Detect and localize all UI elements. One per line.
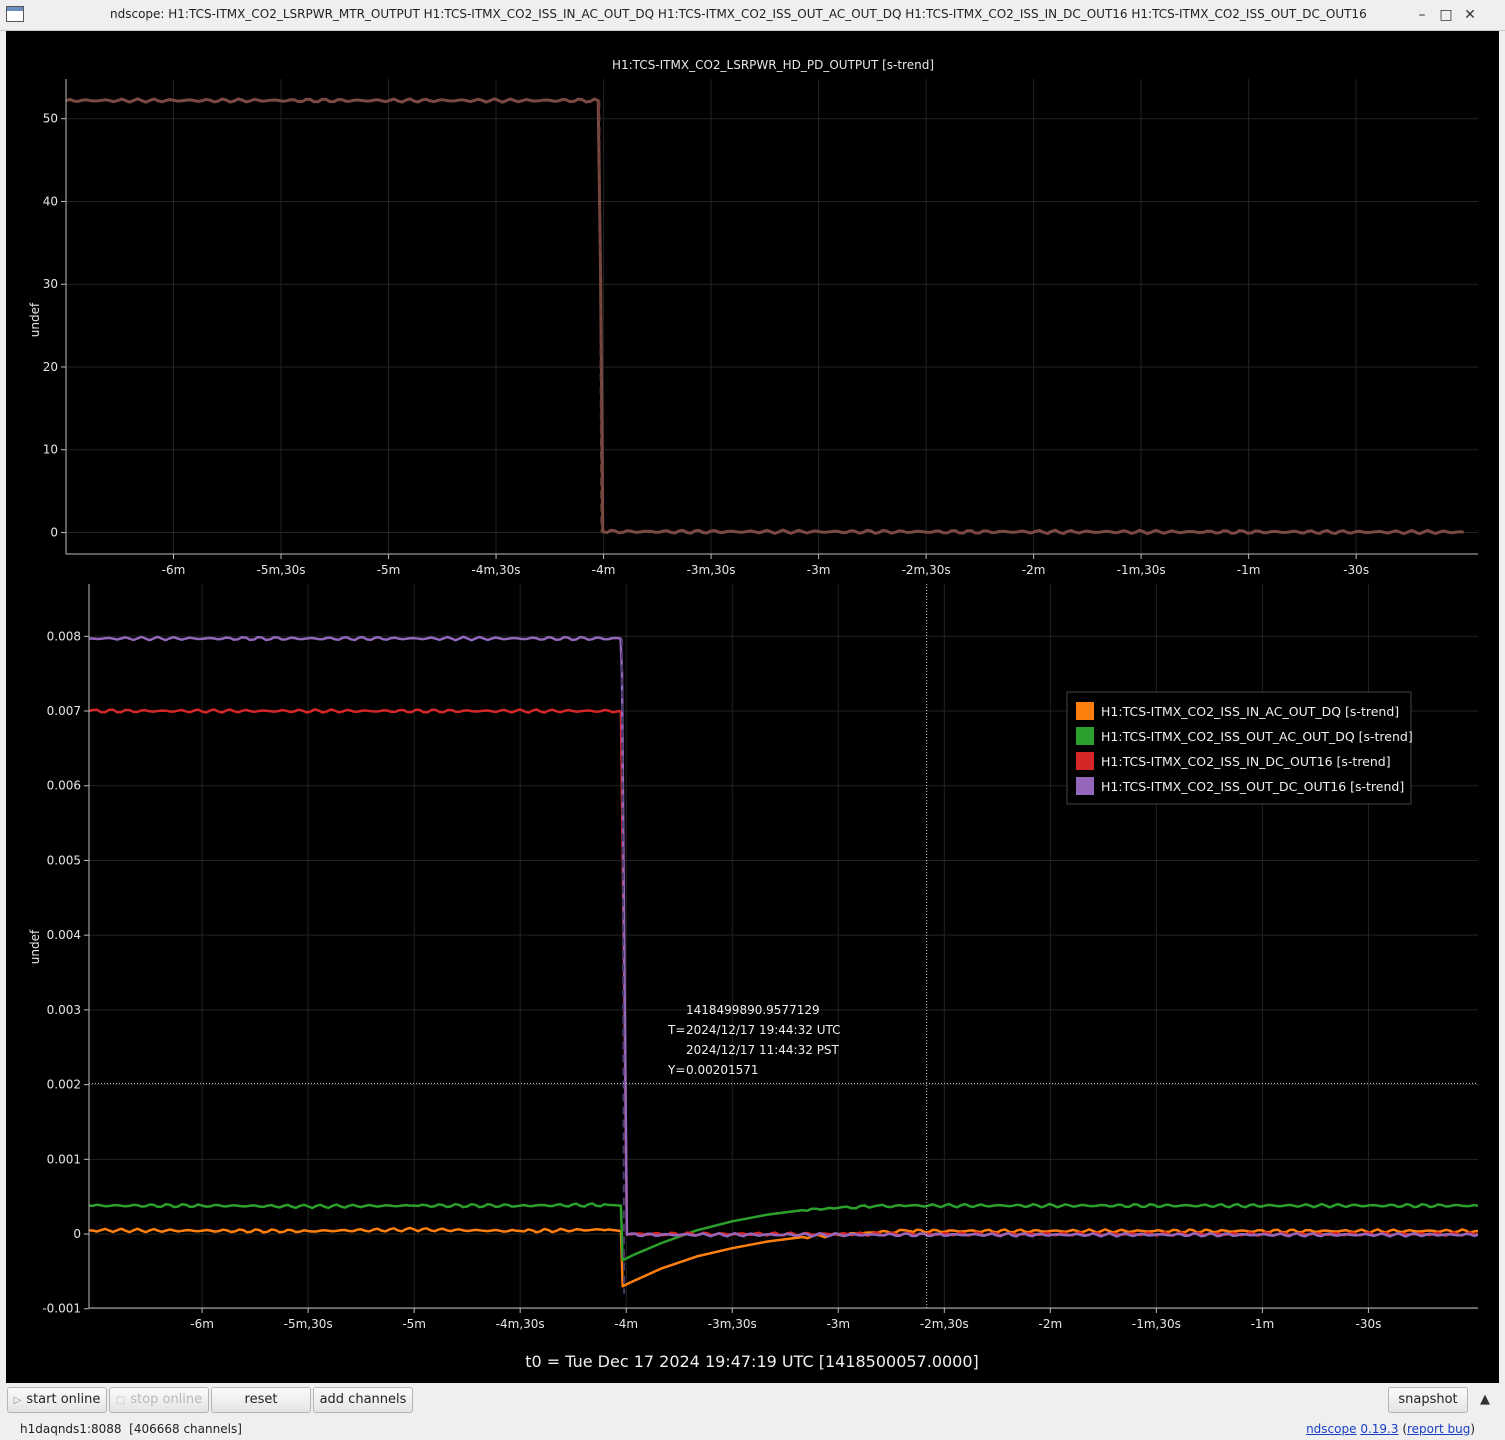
y-tick-label: 0.004 — [47, 928, 81, 942]
y-tick-label: 20 — [43, 360, 58, 374]
x-tick-label: -6m — [162, 563, 186, 577]
crosshair-gps: 1418499890.9577129 — [686, 1003, 820, 1017]
crosshair-pst: 2024/12/17 11:44:32 PST — [686, 1043, 840, 1057]
y-tick-label: 50 — [43, 112, 58, 126]
stop-icon: □ — [115, 1395, 126, 1406]
legend-swatch[interactable] — [1076, 702, 1094, 720]
y-tick-label: 30 — [43, 277, 58, 291]
t0-label: t0 = Tue Dec 17 2024 19:47:19 UTC [14185… — [525, 1352, 979, 1371]
plot-bottom[interactable]: -6m -5m,30s -5m -4m,30s -4m -3m,30s -3m -2m,30s… — [28, 584, 1478, 1331]
start-online-button[interactable]: ▷ start online — [7, 1387, 107, 1413]
x-tick-label: -2m — [1022, 563, 1046, 577]
maximize-button[interactable]: □ — [1436, 5, 1456, 25]
stop-online-button[interactable]: □ stop online — [109, 1387, 209, 1413]
x-tick-label: -30s — [1356, 1317, 1382, 1331]
x-tick-label: -3m,30s — [687, 563, 736, 577]
legend-label[interactable]: H1:TCS-ITMX_CO2_ISS_OUT_AC_OUT_DQ [s-tre… — [1101, 729, 1413, 744]
plot-top-series — [66, 97, 1464, 536]
crosshair-utc: 2024/12/17 19:44:32 UTC — [686, 1023, 840, 1037]
x-tick-label: -5m,30s — [284, 1317, 333, 1331]
scope-area: H1:TCS-ITMX_CO2_LSRPWR_HD_PD_OUTPUT [s-t… — [6, 31, 1499, 1383]
x-tick-label: -4m — [614, 1317, 638, 1331]
expand-panel-button[interactable]: ▲ — [1475, 1389, 1495, 1411]
y-tick-label: 0.008 — [47, 629, 81, 643]
window-title: ndscope: H1:TCS-ITMX_CO2_LSRPWR_MTR_OUTP… — [110, 7, 1367, 21]
y-tick-label: -0.001 — [42, 1302, 81, 1316]
reset-button[interactable]: reset — [211, 1387, 311, 1413]
x-tick-label: -2m,30s — [902, 563, 951, 577]
x-tick-label: -30s — [1343, 563, 1369, 577]
x-tick-label: -1m,30s — [1117, 563, 1166, 577]
close-button[interactable]: ✕ — [1460, 5, 1480, 25]
add-channels-button[interactable]: add channels — [313, 1387, 413, 1413]
paren-close: ) — [1470, 1422, 1475, 1436]
crosshair-y-value: 0.00201571 — [686, 1063, 759, 1077]
legend-swatch[interactable] — [1076, 752, 1094, 770]
plot-top-title: H1:TCS-ITMX_CO2_LSRPWR_HD_PD_OUTPUT [s-t… — [612, 58, 934, 72]
crosshair-y-label: Y= — [667, 1063, 685, 1077]
legend-label[interactable]: H1:TCS-ITMX_CO2_ISS_IN_DC_OUT16 [s-trend… — [1101, 754, 1391, 769]
legend[interactable]: H1:TCS-ITMX_CO2_ISS_IN_AC_OUT_DQ [s-tren… — [1066, 691, 1413, 805]
minimize-button[interactable]: – — [1412, 5, 1432, 25]
x-tick-label: -6m — [190, 1317, 214, 1331]
x-tick-label: -3m,30s — [708, 1317, 757, 1331]
report-bug-link[interactable]: report bug — [1407, 1422, 1470, 1436]
y-tick-label: 0 — [50, 525, 58, 539]
play-icon: ▷ — [13, 1395, 22, 1406]
stop-online-label: stop online — [130, 1392, 203, 1407]
y-tick-label: 0.005 — [47, 853, 81, 867]
x-tick-label: -4m — [592, 563, 616, 577]
x-tick-label: -5m,30s — [257, 563, 306, 577]
series-line — [66, 97, 1464, 536]
x-tick-label: -1m,30s — [1132, 1317, 1181, 1331]
y-tick-label: 0.001 — [47, 1152, 81, 1166]
crosshair-readout: 1418499890.9577129 T= 2024/12/17 19:44:3… — [667, 1003, 840, 1077]
plot-top-ylabel: undef — [28, 302, 42, 337]
crosshair-t-label: T= — [667, 1023, 685, 1037]
x-tick-label: -5m — [377, 563, 401, 577]
y-tick-label: 40 — [43, 194, 58, 208]
plot-top-grid — [66, 79, 1478, 554]
x-tick-label: -3m — [826, 1317, 850, 1331]
legend-label[interactable]: H1:TCS-ITMX_CO2_ISS_OUT_DC_OUT16 [s-tren… — [1101, 779, 1404, 794]
x-tick-label: -4m,30s — [496, 1317, 545, 1331]
legend-swatch[interactable] — [1076, 777, 1094, 795]
app-window-icon — [6, 6, 24, 22]
legend-label[interactable]: H1:TCS-ITMX_CO2_ISS_IN_AC_OUT_DQ [s-tren… — [1101, 704, 1399, 719]
start-online-label: start online — [26, 1392, 101, 1407]
y-tick-label: 0.002 — [47, 1078, 81, 1092]
y-tick-label: 0 — [73, 1227, 81, 1241]
y-tick-label: 0.006 — [47, 779, 81, 793]
x-tick-label: -5m — [402, 1317, 426, 1331]
x-tick-label: -4m,30s — [472, 563, 521, 577]
x-tick-label: -2m,30s — [920, 1317, 969, 1331]
y-tick-label: 0.003 — [47, 1003, 81, 1017]
statusbar: h1daqnds1:8088 [406668 channels] ndscope… — [0, 1417, 1505, 1440]
legend-swatch[interactable] — [1076, 727, 1094, 745]
x-tick-label: -1m — [1251, 1317, 1275, 1331]
window-titlebar: ndscope: H1:TCS-ITMX_CO2_LSRPWR_MTR_OUTP… — [0, 0, 1505, 31]
snapshot-button[interactable]: snapshot — [1388, 1387, 1468, 1413]
version-info: ndscope 0.19.3 (report bug) — [1306, 1422, 1475, 1436]
scope-plots[interactable]: H1:TCS-ITMX_CO2_LSRPWR_HD_PD_OUTPUT [s-t… — [6, 31, 1499, 1383]
plot-top[interactable]: H1:TCS-ITMX_CO2_LSRPWR_HD_PD_OUTPUT [s-t… — [28, 58, 1478, 577]
x-tick-label: -3m — [807, 563, 831, 577]
series-line — [621, 638, 626, 1294]
plot-top-axes: -6m -5m,30s -5m -4m,30s -4m -3m,30s -3m -2m,30s… — [43, 79, 1478, 577]
ndscope-link[interactable]: ndscope — [1306, 1422, 1356, 1436]
version-link[interactable]: 0.19.3 — [1360, 1422, 1398, 1436]
y-tick-label: 0.007 — [47, 704, 81, 718]
server-status: h1daqnds1:8088 [406668 channels] — [20, 1422, 242, 1436]
plot-bottom-ylabel: undef — [28, 929, 42, 964]
x-tick-label: -2m — [1039, 1317, 1063, 1331]
x-tick-label: -1m — [1237, 563, 1261, 577]
toolbar: ▷ start online □ stop online reset add cha… — [0, 1385, 1505, 1415]
y-tick-label: 10 — [43, 443, 58, 457]
